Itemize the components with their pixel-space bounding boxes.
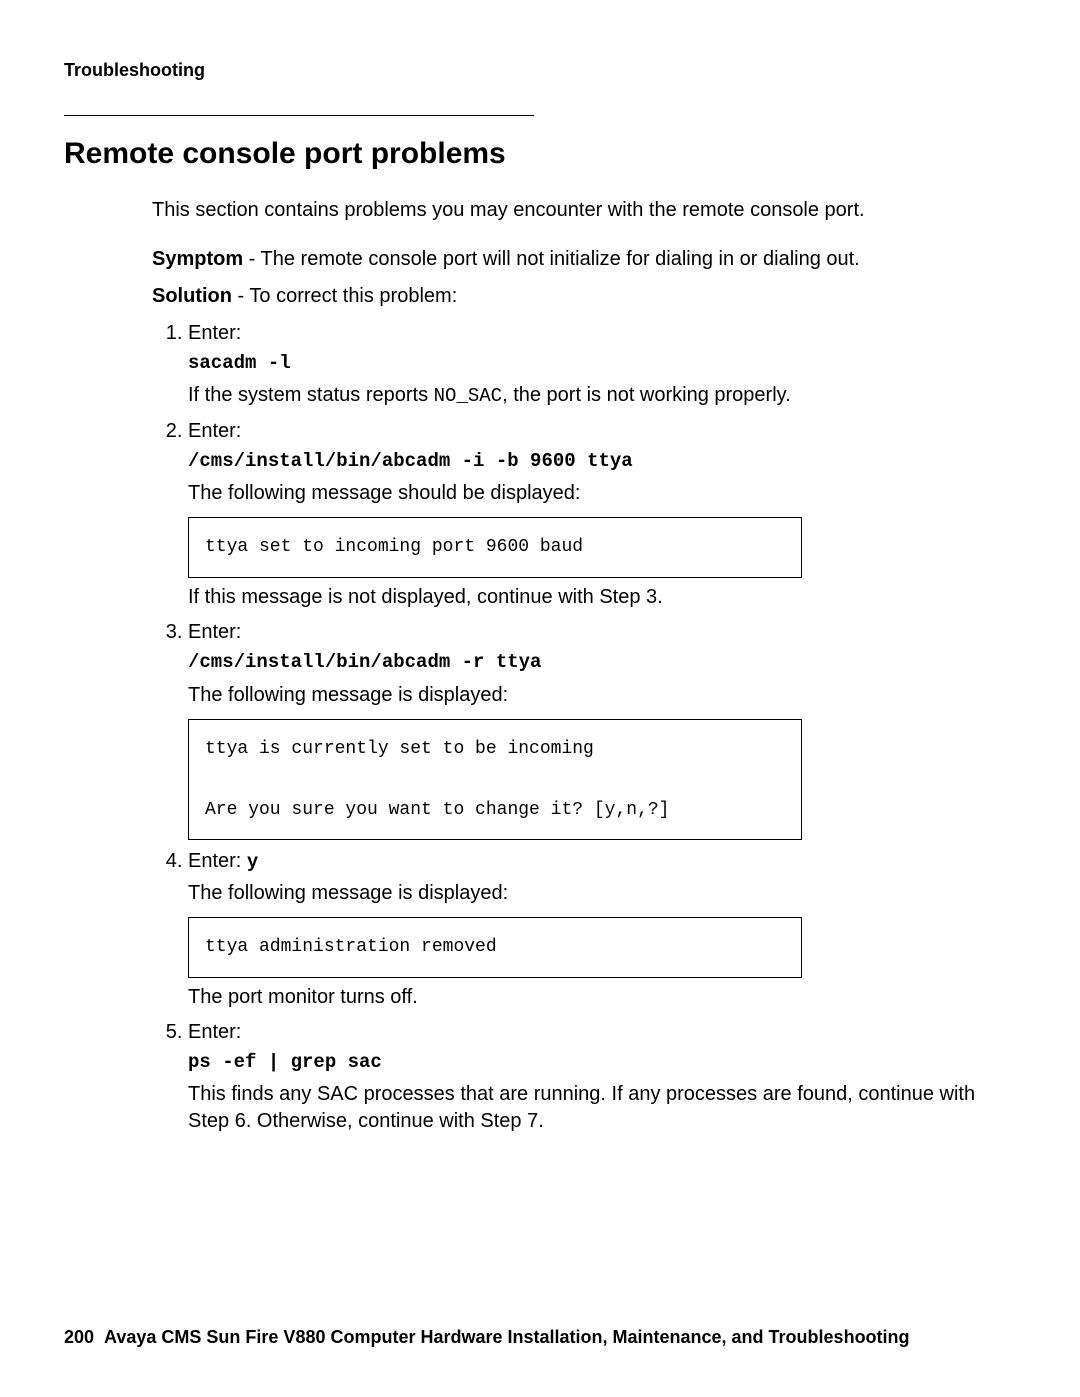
- output-box: ttya is currently set to be incoming Are…: [188, 719, 802, 841]
- enter-label: Enter:: [188, 420, 241, 442]
- message-intro: The following message is displayed:: [188, 682, 1016, 709]
- section-title: Remote console port problems: [64, 134, 1016, 175]
- enter-label: Enter:: [188, 621, 241, 643]
- note-post: , the port is not working properly.: [502, 384, 791, 406]
- solution-text: - To correct this problem:: [232, 285, 457, 307]
- command-text: ps -ef | grep sac: [188, 1050, 1016, 1076]
- content-area: Remote console port problems This sectio…: [64, 115, 1016, 1143]
- command-text: sacadm -l: [188, 351, 1016, 377]
- body: This section contains problems you may e…: [152, 197, 1016, 1136]
- step-5: Enter: ps -ef | grep sac This finds any …: [188, 1019, 1016, 1136]
- page: Troubleshooting Remote console port prob…: [0, 0, 1080, 1397]
- note-code: NO_SAC: [434, 385, 502, 407]
- output-box: ttya administration removed: [188, 917, 802, 978]
- solution-line: Solution - To correct this problem:: [152, 283, 1016, 310]
- running-head: Troubleshooting: [64, 58, 205, 82]
- enter-label: Enter:: [188, 850, 247, 872]
- book-title: Avaya CMS Sun Fire V880 Computer Hardwar…: [104, 1327, 910, 1347]
- command-text: /cms/install/bin/abcadm -i -b 9600 ttya: [188, 449, 1016, 475]
- step-after: If this message is not displayed, contin…: [188, 584, 1016, 611]
- enter-label: Enter:: [188, 1021, 241, 1043]
- section-rule: [64, 115, 534, 116]
- command-text: y: [247, 851, 258, 873]
- step-2: Enter: /cms/install/bin/abcadm -i -b 960…: [188, 418, 1016, 611]
- step-3: Enter: /cms/install/bin/abcadm -r ttya T…: [188, 619, 1016, 840]
- solution-label: Solution: [152, 285, 232, 307]
- command-text: /cms/install/bin/abcadm -r ttya: [188, 650, 1016, 676]
- note-pre: If the system status reports: [188, 384, 434, 406]
- symptom-label: Symptom: [152, 248, 243, 270]
- footer: 200 Avaya CMS Sun Fire V880 Computer Hard…: [64, 1325, 910, 1349]
- page-number: 200: [64, 1325, 94, 1349]
- step-note: If the system status reports NO_SAC, the…: [188, 382, 1016, 410]
- message-intro: The following message should be displaye…: [188, 480, 1016, 507]
- intro-text: This section contains problems you may e…: [152, 197, 1016, 224]
- symptom-line: Symptom - The remote console port will n…: [152, 246, 1016, 273]
- step-after: The port monitor turns off.: [188, 984, 1016, 1011]
- message-intro: The following message is displayed:: [188, 880, 1016, 907]
- steps-list: Enter: sacadm -l If the system status re…: [152, 320, 1016, 1136]
- step-1: Enter: sacadm -l If the system status re…: [188, 320, 1016, 410]
- symptom-text: - The remote console port will not initi…: [243, 248, 860, 270]
- step-after: This finds any SAC processes that are ru…: [188, 1081, 1016, 1135]
- output-box: ttya set to incoming port 9600 baud: [188, 517, 802, 578]
- step-4: Enter: y The following message is displa…: [188, 848, 1016, 1010]
- enter-label: Enter:: [188, 322, 241, 344]
